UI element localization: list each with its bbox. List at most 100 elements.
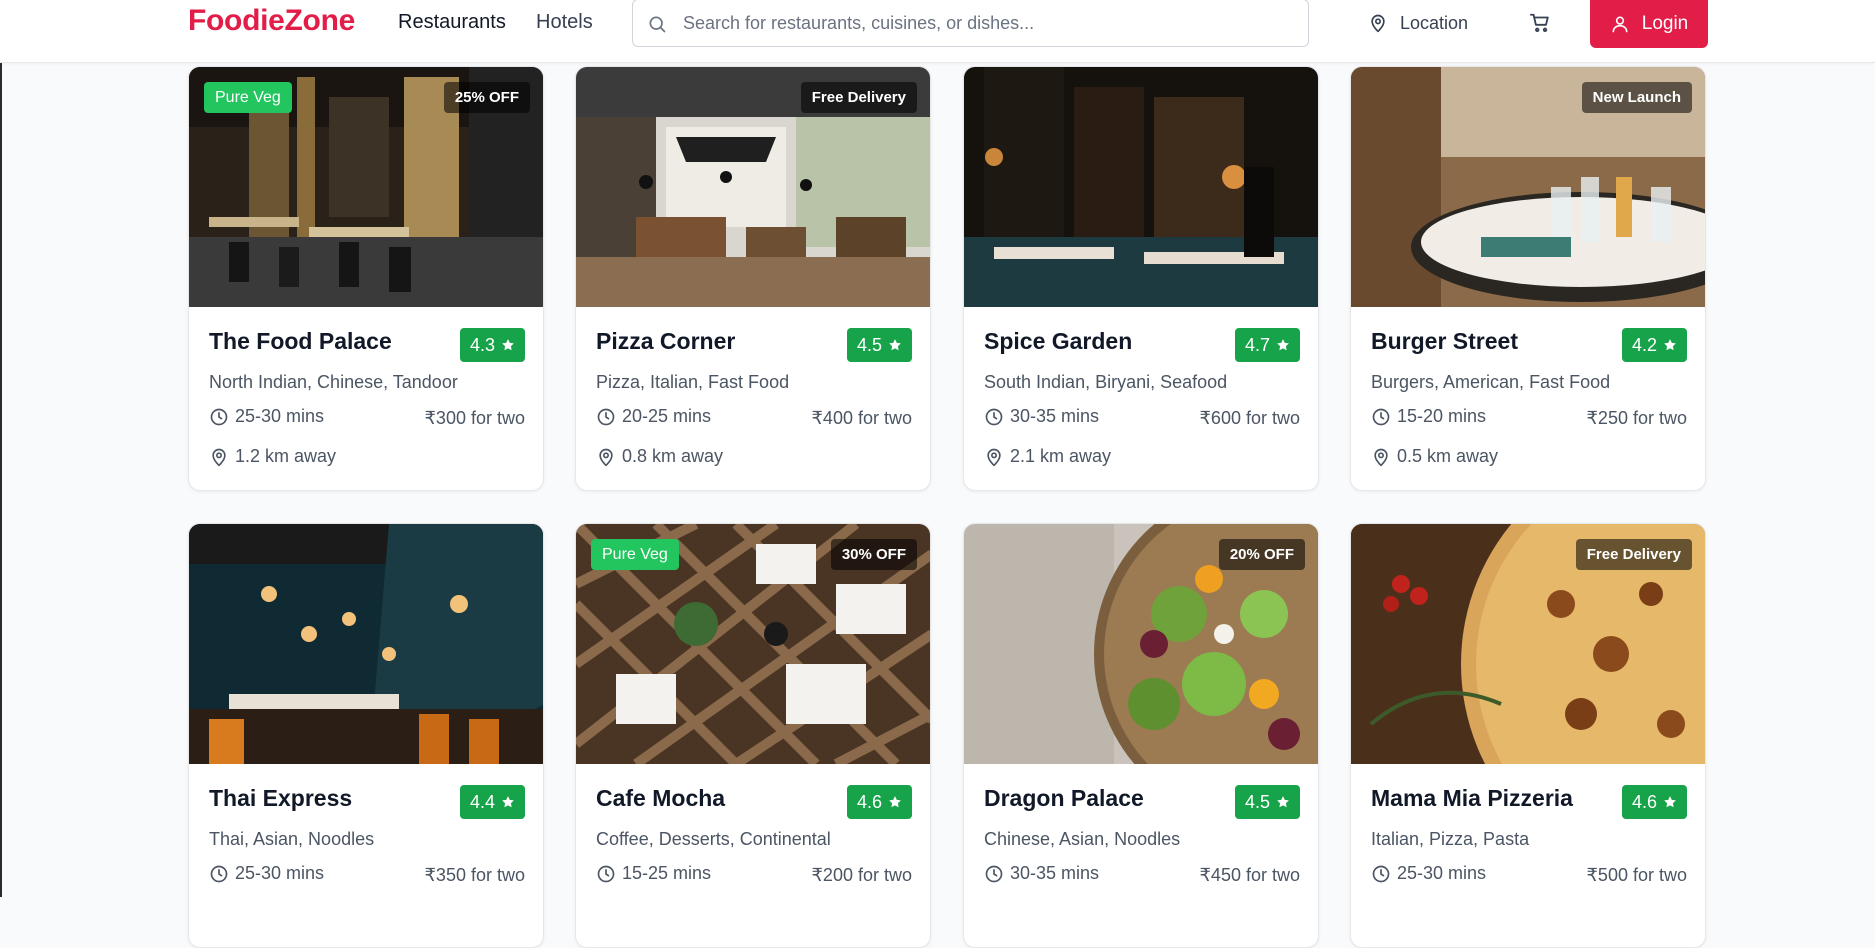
map-pin-icon [1371, 14, 1385, 33]
rating-badge: 4.5 [1234, 785, 1300, 819]
map-pin-icon [1374, 448, 1388, 466]
restaurant-name: Cafe Mocha [596, 785, 726, 811]
user-icon [1612, 16, 1628, 33]
cuisine-list: Chinese, Asian, Noodles [984, 829, 1181, 849]
nav-restaurants[interactable]: Restaurants [398, 11, 506, 34]
rating-value: 4.6 [856, 791, 882, 812]
delivery-time-text: 25-30 mins [235, 406, 325, 426]
restaurant-card[interactable]: Pure Veg 25% OFF The Food Palace 4.3 Nor… [188, 66, 544, 491]
offer-badge: New Launch [1581, 82, 1692, 113]
pure-veg-badge: Pure Veg [204, 82, 292, 113]
delivery-time: 25-30 mins [209, 406, 324, 427]
rating-badge: 4.6 [846, 785, 912, 819]
cuisine-list: North Indian, Chinese, Tandoor [209, 372, 458, 392]
map-pin-icon [987, 448, 1001, 466]
delivery-time: 30-35 mins [984, 863, 1099, 884]
delivery-time: 20-25 mins [596, 406, 711, 427]
restaurant-card[interactable]: Thai Express 4.4 Thai, Asian, Noodles 25… [188, 523, 544, 948]
price-for-two: ₹350 for two [424, 865, 525, 885]
clock-icon [210, 408, 228, 425]
clock-icon [985, 865, 1003, 882]
rating-badge: 4.7 [1234, 328, 1300, 362]
restaurant-card[interactable]: 20% OFF Dragon Palace 4.5 Chinese, Asian… [963, 523, 1319, 948]
cuisine-list: Thai, Asian, Noodles [209, 829, 375, 849]
restaurant-photo: 20% OFF [964, 524, 1318, 764]
map-pin-icon [599, 448, 613, 466]
restaurant-name: Burger Street [1371, 328, 1518, 354]
offer-badge: Free Delivery [1575, 539, 1692, 570]
price-for-two: ₹450 for two [1199, 865, 1300, 885]
delivery-time: 25-30 mins [1371, 863, 1486, 884]
restaurant-photo: Pure Veg 30% OFF [576, 524, 930, 764]
restaurant-photo: New Launch [1351, 67, 1705, 307]
cuisine-list: South Indian, Biryani, Seafood [984, 372, 1228, 392]
clock-icon [210, 865, 228, 882]
delivery-time-text: 30-35 mins [1010, 406, 1100, 426]
price-for-two: ₹600 for two [1199, 408, 1300, 428]
location-label: Location [1400, 12, 1469, 33]
rating-value: 4.5 [856, 334, 882, 355]
rating-value: 4.3 [469, 334, 495, 355]
restaurant-card[interactable]: Spice Garden 4.7 South Indian, Biryani, … [963, 66, 1319, 491]
clock-icon [1372, 865, 1390, 882]
star-icon [1664, 339, 1676, 351]
rating-badge: 4.4 [459, 785, 525, 819]
restaurant-name: Dragon Palace [984, 785, 1144, 811]
delivery-time: 25-30 mins [209, 863, 324, 884]
cart-icon[interactable] [1529, 12, 1551, 34]
delivery-time: 30-35 mins [984, 406, 1099, 427]
distance-text: 1.2 km away [235, 446, 337, 466]
cuisine-list: Pizza, Italian, Fast Food [596, 372, 790, 392]
distance: 1.2 km away [209, 446, 336, 467]
price-for-two: ₹300 for two [424, 408, 525, 428]
restaurant-name: Mama Mia Pizzeria [1371, 785, 1573, 811]
cuisine-list: Coffee, Desserts, Continental [596, 829, 831, 849]
distance: 0.5 km away [1371, 446, 1498, 467]
restaurant-name: Pizza Corner [596, 328, 736, 354]
brand-logo[interactable]: FoodieZone [188, 4, 355, 38]
rating-value: 4.6 [1631, 791, 1657, 812]
delivery-time-text: 25-30 mins [235, 863, 325, 883]
map-pin-icon [212, 448, 226, 466]
star-icon [1664, 796, 1676, 808]
top-navbar: FoodieZone Restaurants Hotels Location L… [0, 0, 1875, 63]
distance: 0.8 km away [596, 446, 723, 467]
restaurant-card[interactable]: Pure Veg 30% OFF Cafe Mocha 4.6 Coffee, … [575, 523, 931, 948]
clock-icon [597, 408, 615, 425]
offer-badge: 30% OFF [830, 539, 917, 570]
restaurant-card[interactable]: Free Delivery Pizza Corner 4.5 Pizza, It… [575, 66, 931, 491]
distance-text: 0.5 km away [1397, 446, 1499, 466]
search-input[interactable] [683, 8, 1293, 38]
pure-veg-badge: Pure Veg [591, 539, 679, 570]
distance: 2.1 km away [984, 446, 1111, 467]
delivery-time-text: 15-20 mins [1397, 406, 1487, 426]
login-button[interactable]: Login [1590, 0, 1708, 48]
login-label: Login [1641, 13, 1689, 34]
search-bar[interactable] [632, 0, 1309, 47]
price-for-two: ₹250 for two [1586, 408, 1687, 428]
rating-value: 4.7 [1244, 334, 1270, 355]
offer-badge: Free Delivery [800, 82, 917, 113]
cuisine-list: Italian, Pizza, Pasta [1371, 829, 1530, 849]
rating-value: 4.5 [1244, 791, 1270, 812]
star-icon [502, 339, 514, 351]
delivery-time-text: 25-30 mins [1397, 863, 1487, 883]
restaurant-card[interactable]: New Launch Burger Street 4.2 Burgers, Am… [1350, 66, 1706, 491]
rating-badge: 4.3 [459, 328, 525, 362]
window-edge [0, 0, 2, 897]
clock-icon [597, 865, 615, 882]
rating-value: 4.4 [469, 791, 495, 812]
restaurant-name: Spice Garden [984, 328, 1133, 354]
delivery-time: 15-20 mins [1371, 406, 1486, 427]
nav-hotels[interactable]: Hotels [536, 11, 593, 34]
rating-badge: 4.5 [846, 328, 912, 362]
restaurant-card[interactable]: Free Delivery Mama Mia Pizzeria 4.6 Ital… [1350, 523, 1706, 948]
location-button[interactable]: Location [1368, 10, 1468, 36]
star-icon [1277, 339, 1289, 351]
search-icon [649, 16, 666, 33]
price-for-two: ₹200 for two [811, 865, 912, 885]
delivery-time-text: 15-25 mins [622, 863, 712, 883]
clock-icon [985, 408, 1003, 425]
restaurant-photo: Free Delivery [576, 67, 930, 307]
star-icon [1277, 796, 1289, 808]
